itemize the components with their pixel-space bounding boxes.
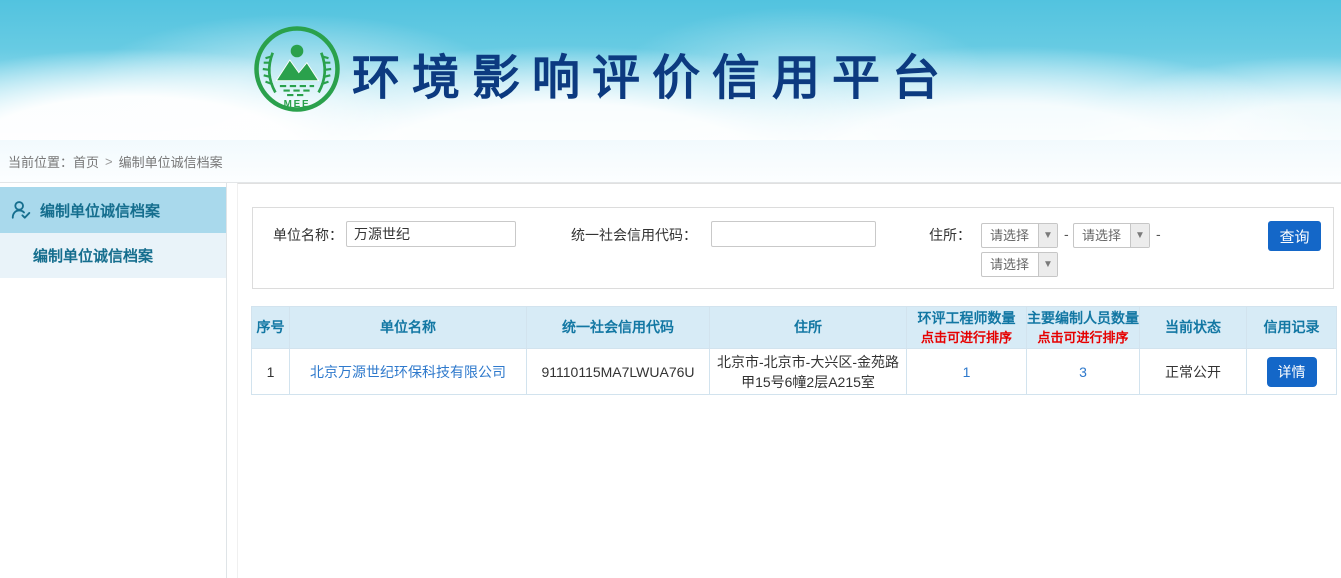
col-staff-count-sort[interactable]: 主要编制人员数量 点击可进行排序 [1027,307,1140,349]
site-title: 环境影响评价信用平台 [352,38,952,108]
sidebar-subitem-label: 编制单位诚信档案 [33,245,153,266]
address-dash: - [1156,226,1161,242]
table-header-row: 序号 单位名称 统一社会信用代码 住所 环评工程师数量 点击可进行排序 主要编制… [252,307,1337,349]
unit-name-label: 单位名称： [273,222,343,248]
chevron-down-icon: ▼ [1130,224,1149,247]
company-link[interactable]: 北京万源世纪环保科技有限公司 [310,364,506,380]
mee-logo: MEE [252,24,342,114]
staff-count-link[interactable]: 3 [1079,364,1087,380]
page: MEE 环境影响评价信用平台 当前位置： 首页 > 编制单位诚信档案 编制单位诚… [0,0,1341,578]
user-check-icon [10,199,32,221]
sidebar-subitem-unit-credit-archive[interactable]: 编制单位诚信档案 [0,233,226,278]
chevron-down-icon: ▼ [1038,224,1057,247]
address-dash: - [1064,226,1069,242]
status-value: 正常公开 [1140,349,1247,395]
credit-code-input[interactable] [711,221,876,247]
unit-name-input[interactable] [346,221,516,247]
district-select-value: 请选择 [982,253,1038,276]
breadcrumb-home-link[interactable]: 首页 [73,152,99,171]
table-row: 1 北京万源世纪环保科技有限公司 91110115MA7LWUA76U 北京市-… [252,349,1337,395]
engineer-count-link[interactable]: 1 [963,364,971,380]
col-engineer-count-sort[interactable]: 环评工程师数量 点击可进行排序 [907,307,1027,349]
sidebar: 编制单位诚信档案 编制单位诚信档案 [0,183,227,578]
city-select[interactable]: 请选择 ▼ [1073,223,1150,248]
breadcrumb-current: 编制单位诚信档案 [119,152,223,171]
site-header: MEE 环境影响评价信用平台 [0,0,1341,140]
province-select-value: 请选择 [982,224,1038,247]
sidebar-item-label: 编制单位诚信档案 [40,200,160,221]
detail-button[interactable]: 详情 [1267,357,1317,387]
query-button[interactable]: 查询 [1268,221,1321,251]
col-index: 序号 [252,307,290,349]
col-credit-record: 信用记录 [1247,307,1337,349]
breadcrumb: 当前位置： 首页 > 编制单位诚信档案 [0,140,1341,183]
credit-code-label: 统一社会信用代码： [571,222,697,248]
row-index: 1 [252,349,290,395]
col-address: 住所 [710,307,907,349]
sidebar-item-unit-credit-archive[interactable]: 编制单位诚信档案 [0,187,226,233]
credit-code-value: 91110115MA7LWUA76U [527,349,710,395]
col-credit-code: 统一社会信用代码 [527,307,710,349]
main-panel: 单位名称： 统一社会信用代码： 住所： 请选择 ▼ - 请选择 ▼ - 请选择 … [237,183,1341,578]
sort-hint: 点击可进行排序 [907,328,1026,347]
province-select[interactable]: 请选择 ▼ [981,223,1058,248]
breadcrumb-separator: > [105,154,113,169]
address-value: 北京市-北京市-大兴区-金苑路甲15号6幢2层A215室 [710,349,907,395]
results-table: 序号 单位名称 统一社会信用代码 住所 环评工程师数量 点击可进行排序 主要编制… [251,306,1337,395]
address-label: 住所： [929,222,971,248]
chevron-down-icon: ▼ [1038,253,1057,276]
col-status: 当前状态 [1140,307,1247,349]
city-select-value: 请选择 [1074,224,1130,247]
col-unit-name: 单位名称 [290,307,527,349]
sort-hint: 点击可进行排序 [1027,328,1139,347]
district-select[interactable]: 请选择 ▼ [981,252,1058,277]
search-panel: 单位名称： 统一社会信用代码： 住所： 请选择 ▼ - 请选择 ▼ - 请选择 … [252,207,1334,289]
breadcrumb-label: 当前位置： [8,152,73,171]
logo-mee-text: MEE [284,99,311,110]
